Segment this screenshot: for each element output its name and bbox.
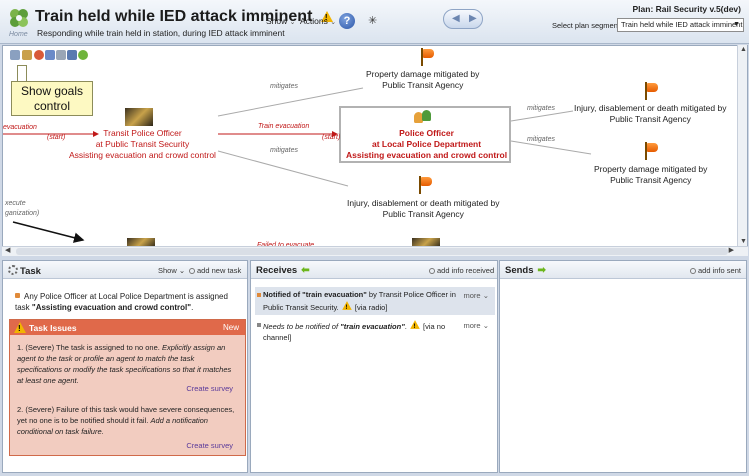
scroll-thumb[interactable] — [16, 248, 728, 255]
edge-label-start: (start) — [47, 134, 66, 141]
receive-item[interactable]: Needs to be notified of "train evacuatio… — [255, 317, 495, 345]
more-menu[interactable]: more ⌄ — [464, 290, 489, 301]
node-police-officer[interactable]: Police Officer at Local Police Department… — [346, 128, 507, 161]
back-arrow-icon[interactable]: ◀ — [452, 13, 460, 24]
refresh-icon[interactable] — [78, 50, 88, 60]
create-survey-link[interactable]: Create survey — [186, 384, 233, 393]
show-menu[interactable]: Show ⌄ — [266, 16, 296, 26]
edge-label-mitigates: mitigates — [270, 147, 299, 154]
task-panel-header: Task Show ⌄ add new task — [3, 261, 247, 279]
warning-icon — [342, 301, 352, 311]
warning-icon — [410, 320, 420, 330]
task-issues-box: Task Issues New 1. (Severe) The task is … — [9, 319, 246, 456]
history-nav: ◀ ▶ — [443, 9, 483, 29]
edge-label-start: (start) — [322, 134, 341, 141]
goals-icon[interactable] — [10, 50, 20, 60]
goal-flag-icon[interactable] — [419, 48, 435, 66]
edge-label-organization: ganization) — [5, 210, 40, 217]
record-icon[interactable] — [34, 50, 44, 60]
help-icon[interactable]: ? — [339, 13, 355, 29]
chevron-down-icon: ⌄ — [178, 266, 186, 275]
receive-item[interactable]: Notified of "train evacuation" by Transi… — [255, 287, 495, 315]
task-issues-title: Task Issues — [29, 323, 77, 333]
scroll-down-icon[interactable]: ▼ — [740, 238, 747, 245]
add-icon — [189, 268, 195, 274]
bullet-icon — [257, 293, 261, 297]
actions-menu[interactable]: Actions ⌄ — [300, 16, 336, 26]
goal-flag-icon[interactable] — [643, 82, 659, 100]
node-transit-police-officer[interactable]: Transit Police Officer at Public Transit … — [69, 128, 216, 161]
bullet-icon — [257, 323, 261, 327]
edge-label-train-evacuation: Train evacuation — [258, 123, 310, 130]
forward-arrow-icon[interactable]: ▶ — [469, 13, 477, 24]
bullet-icon — [15, 293, 20, 298]
sends-panel-header: Sends ➡ add info sent — [500, 261, 746, 279]
issue-item: 1. (Severe) The task is assigned to no o… — [17, 343, 232, 385]
show-goals-tooltip: Show goals control — [11, 81, 93, 116]
more-menu[interactable]: more ⌄ — [464, 320, 489, 331]
sends-panel: Sends ➡ add info sent — [499, 260, 747, 473]
warning-icon — [14, 322, 26, 333]
add-info-sent-link[interactable]: add info sent — [690, 266, 741, 275]
issue-item: 2. (Severe) Failure of this task would h… — [17, 405, 235, 436]
edge-label-execute: xecute — [5, 200, 26, 207]
gear-icon[interactable] — [22, 50, 32, 60]
create-survey-link[interactable]: Create survey — [186, 441, 233, 450]
arrow-left-icon: ⬅ — [301, 265, 310, 276]
grid-icon[interactable] — [56, 50, 66, 60]
scroll-left-icon[interactable]: ◀ — [5, 246, 10, 254]
layout-icon[interactable] — [67, 50, 77, 60]
edge-label-mitigates: mitigates — [527, 136, 556, 143]
dropdown-arrow-icon: ▼ — [733, 21, 740, 28]
list-icon[interactable] — [45, 50, 55, 60]
edge-label-evacuation: evacuation — [3, 124, 37, 131]
scroll-up-icon[interactable]: ▲ — [740, 46, 747, 53]
add-icon — [690, 268, 696, 274]
segment-label: Select plan segment: — [552, 21, 623, 30]
goal-node-property-top[interactable]: Property damage mitigated by Public Trans… — [366, 69, 479, 91]
plan-segment-value: Train held while IED attack imminent — [621, 20, 743, 29]
add-info-received-link[interactable]: add info received — [429, 266, 494, 275]
edge-label-mitigates: mitigates — [527, 105, 556, 112]
gear-icon — [8, 265, 18, 275]
sends-panel-title: Sends ➡ — [505, 265, 546, 276]
home-label[interactable]: Home — [9, 31, 28, 38]
task-panel: Task Show ⌄ add new task Any Police Offi… — [2, 260, 248, 473]
goal-flag-icon[interactable] — [643, 142, 659, 160]
add-icon — [429, 268, 435, 274]
diagram-vertical-scrollbar[interactable]: ▲ ▼ — [737, 45, 747, 246]
chevron-down-icon: ⌄ — [330, 19, 337, 26]
task-panel-title: Task — [8, 265, 41, 277]
goal-node-injury-right[interactable]: Injury, disablement or death mitigated b… — [574, 103, 726, 125]
add-new-task-link[interactable]: add new task — [189, 266, 241, 275]
goal-node-injury-bottom[interactable]: Injury, disablement or death mitigated b… — [347, 198, 499, 220]
diagram-toolbar — [8, 49, 98, 65]
goal-flag-icon[interactable] — [417, 176, 433, 194]
task-name: "Assisting evacuation and crowd control" — [31, 303, 192, 312]
new-issue-link[interactable]: New — [223, 323, 239, 332]
receives-panel-header: Receives ⬅ add info received — [251, 261, 497, 279]
chevron-down-icon: ⌄ — [482, 291, 489, 300]
page-subtitle: Responding while train held in station, … — [37, 28, 285, 38]
flow-diagram[interactable]: Show goals control Property damage mitig… — [2, 45, 748, 255]
receives-panel: Receives ⬅ add info received Notified of … — [250, 260, 498, 473]
task-issues-header: Task Issues New — [10, 320, 245, 335]
plan-label: Plan: Rail Security v.5(dev) — [632, 4, 742, 14]
transit-officer-avatar[interactable] — [125, 108, 153, 126]
scroll-right-icon[interactable]: ▶ — [729, 246, 734, 254]
receives-panel-title: Receives ⬅ — [256, 265, 310, 276]
plan-segment-select[interactable]: Train held while IED attack imminent ▼ — [617, 18, 744, 32]
goal-node-property-right[interactable]: Property damage mitigated by Public Trans… — [594, 164, 707, 186]
chevron-down-icon: ⌄ — [289, 19, 296, 26]
home-icon[interactable] — [7, 6, 31, 30]
edge-label-mitigates: mitigates — [270, 83, 299, 90]
app-header: Home Train held while IED attack imminen… — [0, 0, 749, 44]
chevron-down-icon: ⌄ — [482, 321, 489, 330]
people-icon — [414, 110, 434, 124]
task-assignment-text: Any Police Officer at Local Police Depar… — [15, 292, 228, 312]
arrow-right-icon: ➡ — [537, 265, 546, 276]
task-show-menu[interactable]: Show ⌄ — [158, 266, 185, 275]
diagram-horizontal-scrollbar[interactable]: ◀ ▶ — [2, 246, 748, 256]
spinner-icon: ✳ — [368, 15, 378, 27]
